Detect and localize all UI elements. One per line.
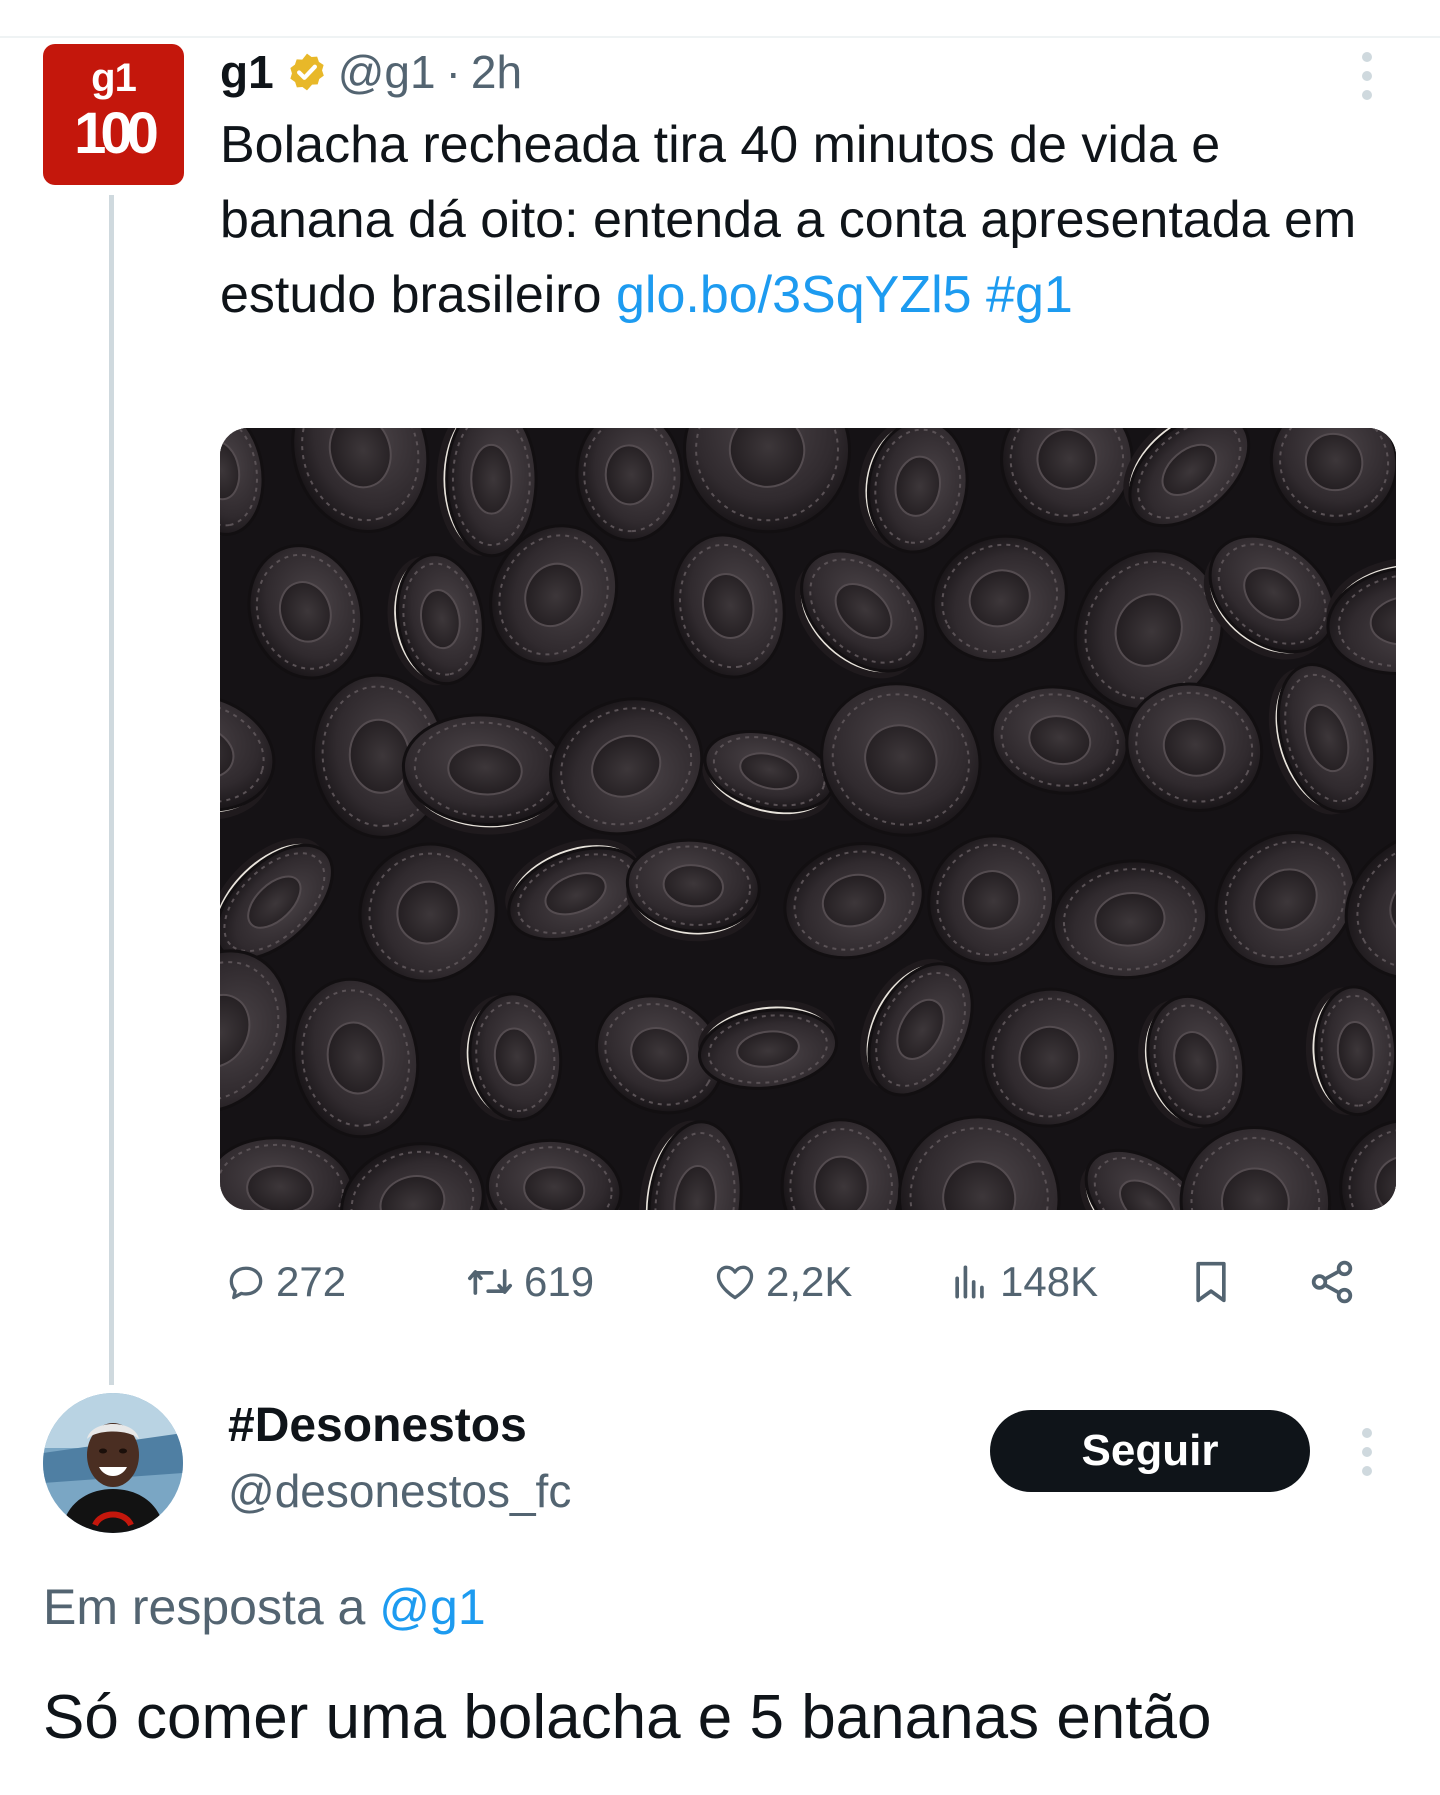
- retweet-icon: [468, 1269, 512, 1295]
- views-count: 148K: [1000, 1258, 1099, 1305]
- reply-user-name[interactable]: #Desonestos: [228, 1398, 527, 1453]
- tweet-time[interactable]: 2h: [471, 45, 522, 99]
- reply-user-avatar[interactable]: [43, 1393, 183, 1533]
- share-action[interactable]: [1307, 1252, 1365, 1312]
- like-action[interactable]: 2,2K: [712, 1252, 852, 1312]
- share-icon: [1311, 1260, 1353, 1304]
- retweet-action[interactable]: 619: [464, 1252, 594, 1312]
- reply-text: Só comer uma bolacha e 5 bananas então: [43, 1683, 1212, 1752]
- follow-button[interactable]: Seguir: [990, 1410, 1310, 1492]
- tweet-image[interactable]: [220, 428, 1396, 1210]
- retweet-count: 619: [524, 1258, 595, 1305]
- bookmark-icon: [1196, 1261, 1226, 1303]
- reply-user-handle[interactable]: @desonestos_fc: [228, 1464, 571, 1518]
- tweet-link[interactable]: glo.bo/3SqYZl5: [616, 266, 972, 324]
- reply-context: Em resposta a @g1: [43, 1578, 486, 1636]
- tweet-text: Bolacha recheada tira 40 minutos de vida…: [220, 108, 1360, 333]
- thread-line: [109, 195, 114, 1385]
- g1-avatar[interactable]: g1 100: [43, 44, 184, 185]
- reply-action[interactable]: 272: [224, 1252, 346, 1312]
- tweet-actions: 272 619 2,2K 148K: [224, 1252, 1364, 1312]
- oreo-cookies-photo: [220, 428, 1396, 1210]
- reply-count: 272: [276, 1258, 347, 1305]
- verified-gold-badge-icon: [290, 53, 324, 91]
- more-options-icon[interactable]: [1360, 52, 1374, 100]
- bookmark-action[interactable]: [1189, 1252, 1241, 1312]
- views-chart-icon: [955, 1265, 984, 1299]
- avatar-logo-text: g1: [91, 56, 137, 100]
- avatar-logo-number: 100: [74, 101, 159, 166]
- reply-to-prefix: Em resposta a: [43, 1579, 366, 1635]
- tweet-header: g1 @g1 · 2h: [220, 44, 522, 100]
- author-name[interactable]: g1: [220, 45, 274, 99]
- tweet-hashtag[interactable]: #g1: [986, 266, 1073, 324]
- heart-icon: [716, 1265, 754, 1300]
- person-photo: [43, 1393, 183, 1533]
- separator-dot: ·: [445, 46, 461, 98]
- like-count: 2,2K: [766, 1258, 853, 1305]
- reply-icon: [229, 1266, 263, 1300]
- views-action[interactable]: 148K: [948, 1252, 1098, 1312]
- reply-more-options-icon[interactable]: [1360, 1428, 1374, 1476]
- top-divider: [0, 36, 1440, 38]
- reply-to-handle[interactable]: @g1: [379, 1579, 485, 1635]
- author-handle[interactable]: @g1: [338, 45, 436, 99]
